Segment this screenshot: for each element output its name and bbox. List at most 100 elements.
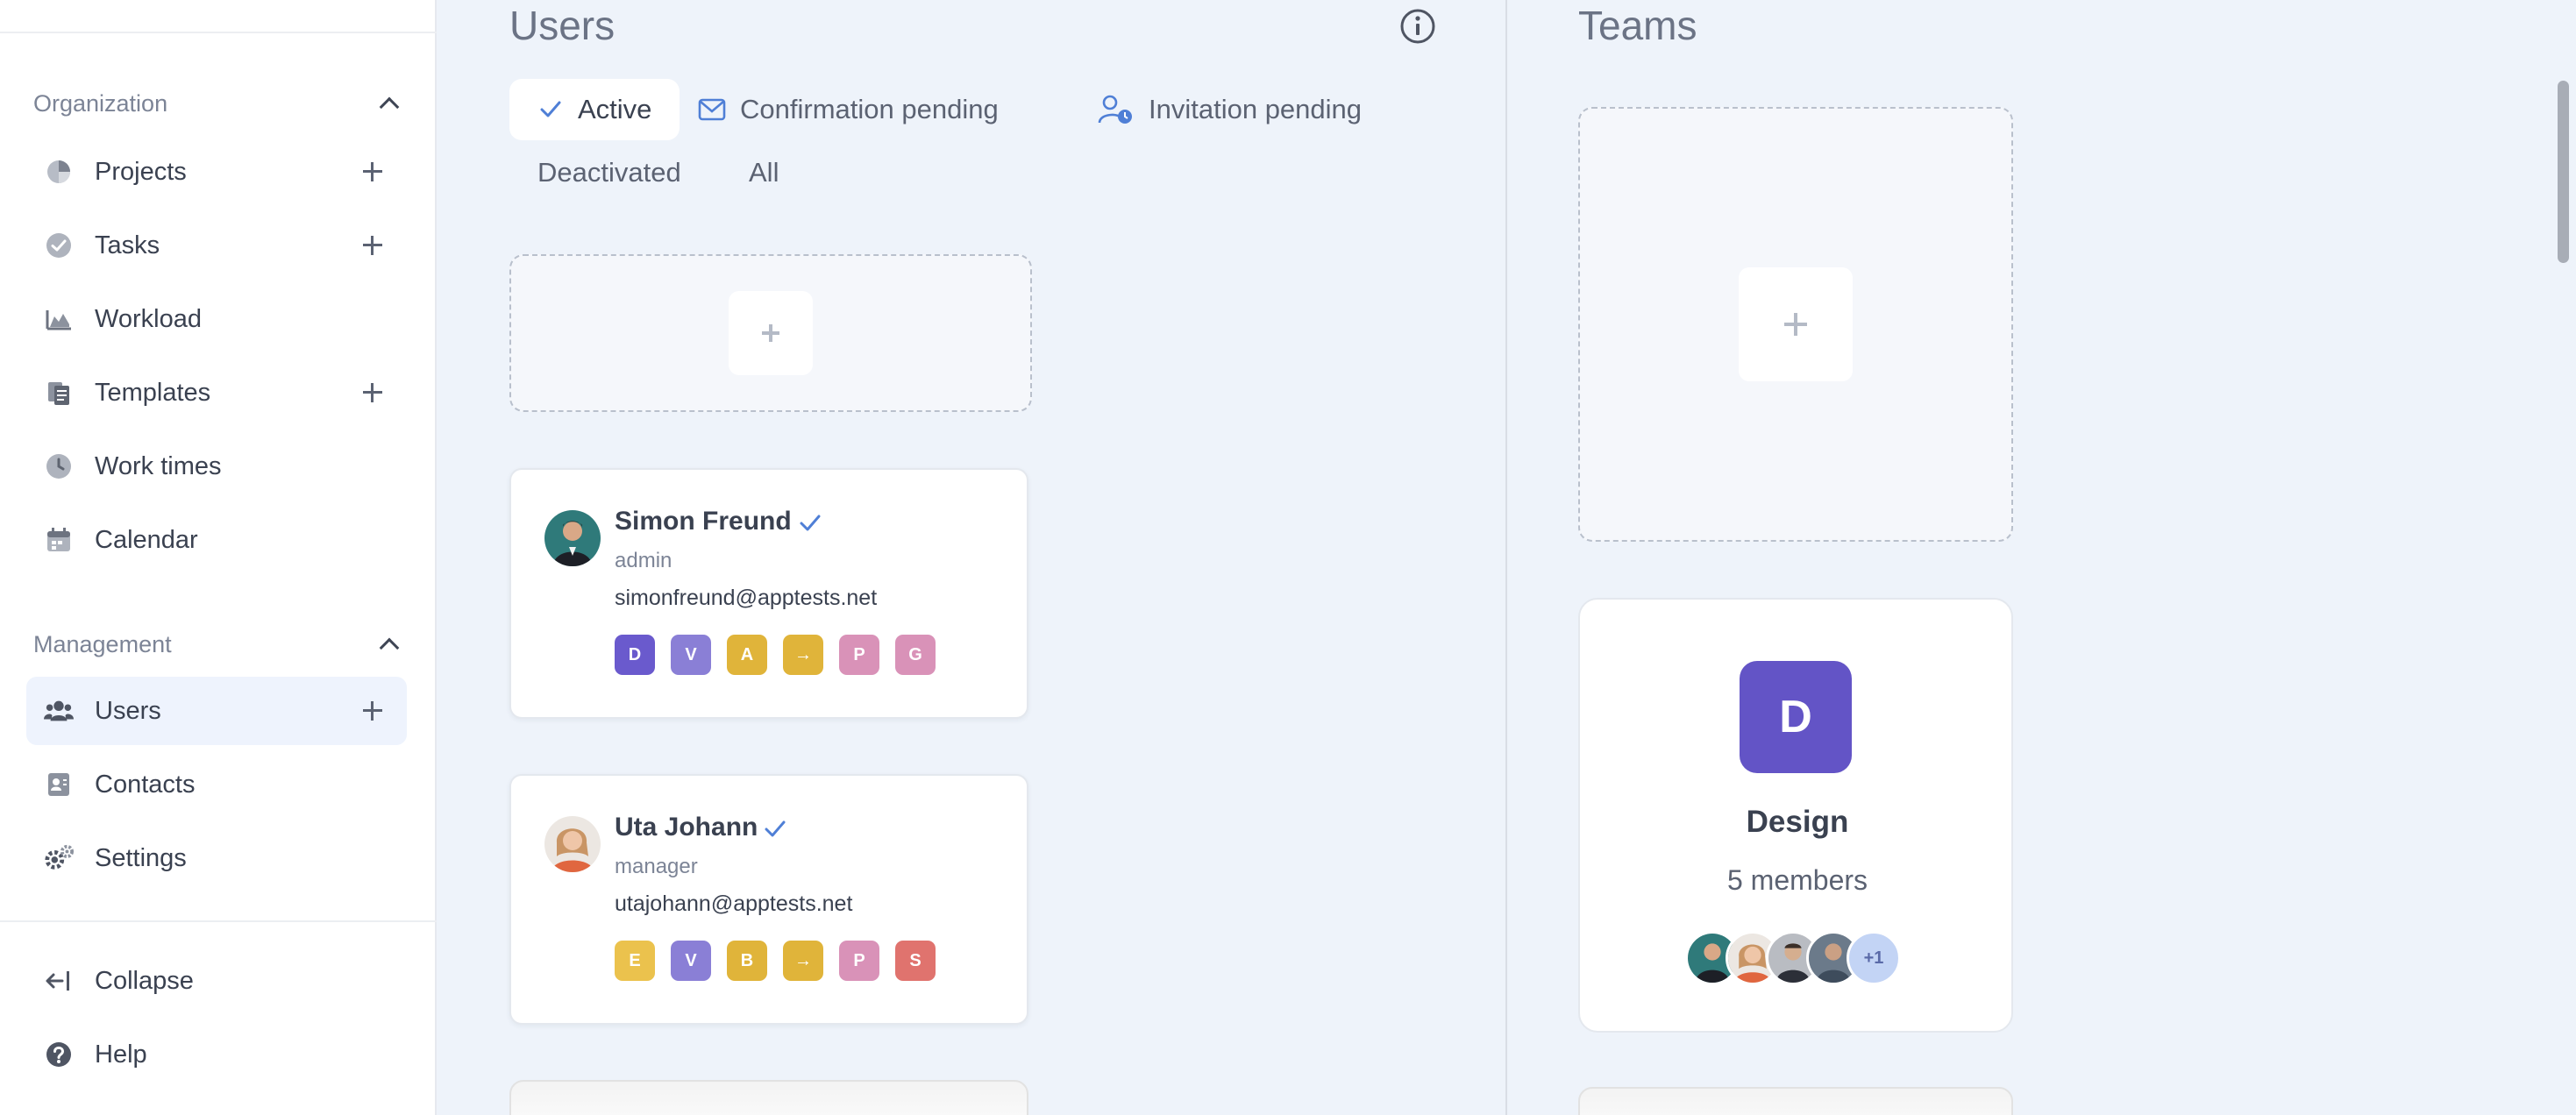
sidebar-top-divider	[0, 32, 437, 33]
sidebar-item-label: Projects	[95, 157, 187, 186]
add-task-button[interactable]	[358, 231, 388, 260]
user-role: manager	[615, 855, 698, 878]
team-tag[interactable]: V	[671, 941, 711, 981]
team-name: Design	[1746, 805, 1849, 839]
user-name[interactable]: Simon Freund	[615, 507, 792, 536]
avatar	[544, 510, 601, 566]
documents-icon	[44, 378, 74, 408]
user-email: simonfreund@apptests.net	[615, 586, 878, 610]
sidebar-item-workload[interactable]: Workload	[26, 285, 407, 353]
page-title: Users	[509, 3, 616, 48]
add-project-button[interactable]	[358, 157, 388, 187]
team-badge: D	[1740, 661, 1852, 773]
sidebar-item-label: Templates	[95, 378, 211, 407]
sidebar-item-users[interactable]: Users	[26, 677, 407, 745]
add-template-button[interactable]	[358, 378, 388, 408]
team-member-avatars: +1	[1685, 931, 1913, 985]
add-team-card-button[interactable]	[1739, 267, 1853, 381]
chevron-up-icon[interactable]	[377, 91, 402, 116]
filter-tab-label: Confirmation pending	[740, 94, 999, 124]
sidebar-item-label: Help	[95, 1040, 147, 1069]
envelope-icon	[698, 98, 726, 121]
teams-panel: Teams D Design 5 members +1	[1507, 0, 2576, 1115]
team-tag[interactable]: P	[839, 941, 879, 981]
area-chart-icon	[44, 304, 74, 334]
filter-tab-label: Invitation pending	[1149, 94, 1363, 124]
plus-icon	[729, 291, 813, 375]
team-tag[interactable]: →	[783, 941, 823, 981]
scrollbar-thumb[interactable]	[2558, 81, 2569, 263]
filter-tab-label: Active	[578, 94, 652, 124]
management-section-header[interactable]: Management	[33, 618, 402, 671]
sidebar-item-tasks[interactable]: Tasks	[26, 211, 407, 280]
team-tag[interactable]: →	[783, 635, 823, 675]
add-user-card-button[interactable]	[729, 291, 813, 375]
verified-check-icon	[795, 508, 825, 538]
sidebar-item-templates[interactable]: Templates	[26, 359, 407, 427]
sidebar-item-label: Work times	[95, 451, 222, 480]
user-email: utajohann@apptests.net	[615, 891, 853, 916]
sidebar-item-calendar[interactable]: Calendar	[26, 506, 407, 574]
user-role: admin	[615, 549, 672, 572]
sidebar: Organization Projects Tasks Workload Tem…	[0, 0, 437, 1115]
user-card[interactable]: Simon Freund admin simonfreund@apptests.…	[509, 468, 1028, 719]
team-card[interactable]: D Design 5 members +1	[1578, 598, 2013, 1033]
user-clock-icon	[1098, 94, 1135, 125]
sidebar-item-label: Settings	[95, 843, 187, 872]
pie-chart-icon	[44, 157, 74, 187]
help-circle-icon	[44, 1040, 74, 1069]
plus-icon	[1739, 267, 1853, 381]
sidebar-item-label: Tasks	[95, 231, 160, 259]
team-tag[interactable]: D	[615, 635, 655, 675]
sidebar-item-label: Workload	[95, 304, 202, 333]
team-tag[interactable]: G	[895, 635, 936, 675]
users-panel: Users Active Confirmation pending Invita…	[438, 0, 1505, 1115]
sidebar-bottom-divider	[0, 920, 437, 922]
filter-tab-active[interactable]: Active	[509, 79, 680, 140]
add-user-card[interactable]	[509, 254, 1032, 412]
chevron-up-icon[interactable]	[377, 632, 402, 657]
management-label: Management	[33, 630, 172, 657]
team-tag[interactable]: A	[727, 635, 767, 675]
team-member-count: 5 members	[1726, 864, 1868, 896]
filter-tab-invitation-pending[interactable]: Invitation pending	[1080, 79, 1390, 140]
check-icon	[537, 96, 564, 123]
team-tag[interactable]: S	[895, 941, 936, 981]
team-tag[interactable]: P	[839, 635, 879, 675]
team-tag[interactable]: V	[671, 635, 711, 675]
info-icon[interactable]	[1398, 7, 1437, 46]
user-team-tags: D V A → P G	[615, 635, 936, 675]
verified-check-icon	[760, 814, 790, 844]
sidebar-item-label: Users	[95, 696, 161, 725]
sidebar-item-projects[interactable]: Projects	[26, 138, 407, 206]
avatar	[544, 816, 601, 872]
filter-tab-label: All	[749, 157, 779, 188]
teams-title: Teams	[1578, 3, 1697, 48]
users-icon	[44, 696, 74, 726]
sidebar-item-label: Contacts	[95, 770, 196, 799]
organization-label: Organization	[33, 89, 168, 117]
add-user-button[interactable]	[358, 696, 388, 726]
team-card-partial[interactable]	[1578, 1087, 2013, 1115]
filter-tab-confirmation-pending[interactable]: Confirmation pending	[687, 79, 1027, 140]
organization-section-header[interactable]: Organization	[33, 77, 402, 130]
filter-tab-deactivated[interactable]: Deactivated	[509, 142, 709, 203]
user-card[interactable]: Uta Johann manager utajohann@apptests.ne…	[509, 774, 1028, 1025]
team-tag[interactable]: E	[615, 941, 655, 981]
more-members-badge[interactable]: +1	[1847, 931, 1901, 985]
user-name[interactable]: Uta Johann	[615, 813, 758, 842]
sidebar-item-help[interactable]: Help	[26, 1020, 407, 1089]
filter-tab-label: Deactivated	[537, 157, 681, 188]
sidebar-item-label: Calendar	[95, 525, 198, 554]
team-tag[interactable]: B	[727, 941, 767, 981]
user-card-partial[interactable]	[509, 1080, 1028, 1115]
sidebar-item-settings[interactable]: Settings	[26, 824, 407, 892]
sidebar-item-work-times[interactable]: Work times	[26, 432, 407, 501]
clock-icon	[44, 451, 74, 481]
check-circle-icon	[44, 231, 74, 260]
add-team-card[interactable]	[1578, 107, 2013, 542]
sidebar-item-contacts[interactable]: Contacts	[26, 750, 407, 819]
sidebar-item-collapse[interactable]: Collapse	[26, 947, 407, 1015]
filter-tab-all[interactable]: All	[721, 142, 807, 203]
user-team-tags: E V B → P S	[615, 941, 936, 981]
